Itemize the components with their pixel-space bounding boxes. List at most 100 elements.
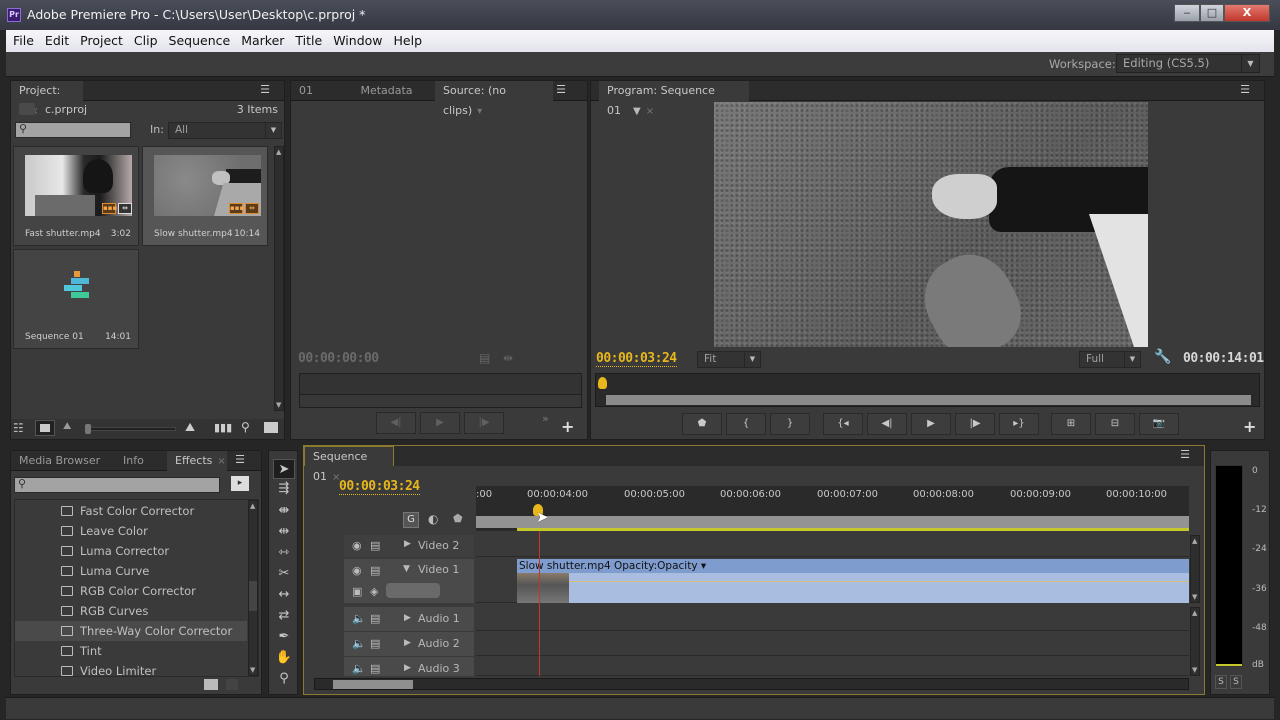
add-button-icon[interactable]: + — [1243, 417, 1256, 436]
wrench-icon[interactable]: 🔧 — [1154, 349, 1171, 365]
speaker-icon[interactable]: 🔈 — [352, 637, 366, 650]
icon-view-button[interactable] — [35, 420, 55, 436]
effect-item[interactable]: RGB Color Corrector — [15, 581, 247, 601]
pen-tool[interactable]: ✒ — [273, 627, 295, 647]
sync-lock-icon[interactable]: ▤ — [370, 637, 380, 650]
go-to-out-button[interactable]: ▸} — [999, 413, 1039, 435]
add-marker-icon[interactable]: ⬟ — [453, 512, 463, 525]
project-scrollbar[interactable]: ▲ ▼ — [274, 146, 284, 411]
effect-item[interactable]: Luma Corrector — [15, 541, 247, 561]
close-tab-icon[interactable]: × — [646, 106, 654, 117]
hand-tool[interactable]: ✋ — [273, 648, 295, 668]
effect-item[interactable]: Tint — [15, 641, 247, 661]
collapse-triangle-icon[interactable]: ▼ — [403, 564, 410, 574]
sync-lock-icon[interactable]: ▤ — [370, 539, 380, 552]
play-stop-button[interactable]: ▶ — [911, 413, 951, 435]
close-button[interactable]: X — [1224, 4, 1270, 22]
expand-triangle-icon[interactable]: ▶ — [404, 539, 411, 549]
opacity-rubber-band[interactable] — [569, 581, 1189, 582]
add-button-icon[interactable]: + — [561, 417, 574, 436]
tab-project[interactable]: Project: c× — [11, 81, 83, 117]
track-header-audio-1[interactable]: 🔈 ▤ ▶ Audio 1 — [344, 607, 474, 631]
solo-left-button[interactable]: S — [1215, 675, 1227, 689]
scroll-down-icon[interactable]: ▼ — [1192, 593, 1197, 601]
drag-video-icon[interactable]: ▤ — [479, 351, 490, 365]
lift-button[interactable]: ⊞ — [1051, 413, 1091, 435]
track-header-video-2[interactable]: ◉ ▤ ▶ Video 2 — [344, 535, 474, 557]
panel-menu-icon[interactable]: ☰ — [233, 454, 247, 466]
speaker-icon[interactable]: 🔈 — [352, 662, 366, 675]
export-frame-button[interactable]: 📷 — [1139, 413, 1179, 435]
project-search-input[interactable]: ⚲ — [15, 122, 131, 138]
more-controls-icon[interactable]: » — [542, 412, 549, 425]
step-back-button[interactable]: ◀| — [867, 413, 907, 435]
selection-tool[interactable]: ➤ — [273, 459, 295, 479]
scroll-up-icon[interactable]: ▲ — [276, 148, 281, 156]
track-header-video-1[interactable]: ◉ ▤ ▼ Video 1 ▣ ◈ — [344, 559, 474, 603]
scroll-thumb[interactable] — [249, 581, 257, 611]
playback-resolution-dropdown[interactable]: Full ▼ — [1079, 351, 1141, 368]
scroll-down-icon[interactable]: ▼ — [1192, 666, 1197, 674]
project-item-slow-shutter[interactable]: ▪▪▪ ⇹ Slow shutter.mp4 10:14 — [142, 146, 268, 246]
go-to-in-button[interactable]: {◂ — [823, 413, 863, 435]
keyframe-toggle-icon[interactable]: ◈ — [370, 585, 378, 598]
new-bin-icon[interactable] — [264, 422, 278, 433]
source-time-ruler[interactable] — [299, 373, 582, 408]
menu-help[interactable]: Help — [390, 30, 427, 52]
zoom-fit-dropdown[interactable]: Fit ▼ — [697, 351, 761, 368]
automate-to-sequence-icon[interactable]: ▮▮▮ — [214, 421, 232, 434]
tab-effects[interactable]: Effects × — [167, 451, 227, 471]
play-button[interactable]: ▶ — [420, 412, 460, 434]
scroll-up-icon[interactable]: ▲ — [1192, 537, 1197, 545]
speaker-icon[interactable]: 🔈 — [352, 612, 366, 625]
menu-file[interactable]: File — [9, 30, 38, 52]
panel-menu-icon[interactable]: ☰ — [258, 84, 272, 96]
effect-item-highlighted[interactable]: Three-Way Color Corrector — [15, 621, 247, 641]
new-bin-icon[interactable] — [204, 679, 218, 690]
tab-program[interactable]: Program: Sequence 01 ▼ × — [599, 81, 749, 117]
menu-marker[interactable]: Marker — [237, 30, 288, 52]
tab-info[interactable]: Info — [115, 451, 165, 471]
scroll-down-icon[interactable]: ▼ — [250, 666, 255, 674]
track-lane-audio-2[interactable] — [476, 632, 1189, 656]
rolling-edit-tool[interactable]: ⇹ — [273, 522, 295, 542]
project-item-fast-shutter[interactable]: ▪▪▪ ⇹ Fast shutter.mp4 3:02 — [13, 146, 139, 246]
track-lane-audio-1[interactable] — [476, 607, 1189, 631]
menu-sequence[interactable]: Sequence — [165, 30, 235, 52]
scroll-thumb[interactable] — [333, 680, 413, 689]
ripple-edit-tool[interactable]: ⇼ — [273, 501, 295, 521]
expand-triangle-icon[interactable]: ▶ — [404, 638, 411, 648]
slide-tool[interactable]: ⇄ — [273, 606, 295, 626]
chevron-down-icon[interactable]: ▾ — [477, 106, 482, 117]
snap-toggle-icon[interactable]: G — [403, 512, 419, 528]
track-lane-video-1[interactable]: Slow shutter.mp4 Opacity:Opacity ▾ — [476, 559, 1189, 603]
opacity-dropdown[interactable]: Opacity:Opacity ▾ — [614, 560, 706, 572]
tab-metadata[interactable]: Metadata — [349, 81, 424, 101]
solo-right-button[interactable]: S — [1230, 675, 1242, 689]
drag-audio-icon[interactable]: ⇹ — [503, 351, 513, 365]
delete-icon[interactable] — [226, 679, 238, 690]
program-video-frame[interactable] — [714, 102, 1148, 347]
mark-out-button[interactable]: } — [770, 413, 810, 435]
tab-source[interactable]: Source: (no clips) ▾ — [435, 81, 553, 117]
program-current-timecode[interactable]: 00:00:03:24 — [596, 351, 677, 367]
playhead-line[interactable] — [539, 531, 540, 676]
timeline-time-ruler[interactable]: :00 00:00:04:00 00:00:05:00 00:00:06:00 … — [476, 486, 1189, 531]
expand-triangle-icon[interactable]: ▶ — [404, 613, 411, 623]
sync-lock-icon[interactable]: ▤ — [370, 564, 380, 577]
track-select-tool[interactable]: ⇶ — [273, 479, 295, 499]
mark-in-button[interactable]: { — [726, 413, 766, 435]
display-style-icon[interactable]: ▣ — [352, 585, 362, 598]
tab-effect-controls[interactable]: 01 — [291, 81, 347, 101]
effect-item[interactable]: Leave Color — [15, 521, 247, 541]
in-filter-dropdown[interactable]: All ▼ — [168, 122, 282, 139]
step-forward-button[interactable]: |▶ — [955, 413, 995, 435]
source-timecode[interactable]: 00:00:00:00 — [298, 351, 379, 366]
maximize-button[interactable]: □ — [1200, 4, 1224, 22]
thumbnail-size-slider[interactable] — [85, 424, 176, 434]
effects-search-input[interactable]: ⚲ — [14, 477, 220, 493]
track-lane-video-2[interactable] — [476, 535, 1189, 557]
menu-window[interactable]: Window — [329, 30, 386, 52]
track-header-audio-3[interactable]: 🔈 ▤ ▶ Audio 3 — [344, 657, 474, 676]
timeline-timecode[interactable]: 00:00:03:24 — [339, 479, 420, 495]
